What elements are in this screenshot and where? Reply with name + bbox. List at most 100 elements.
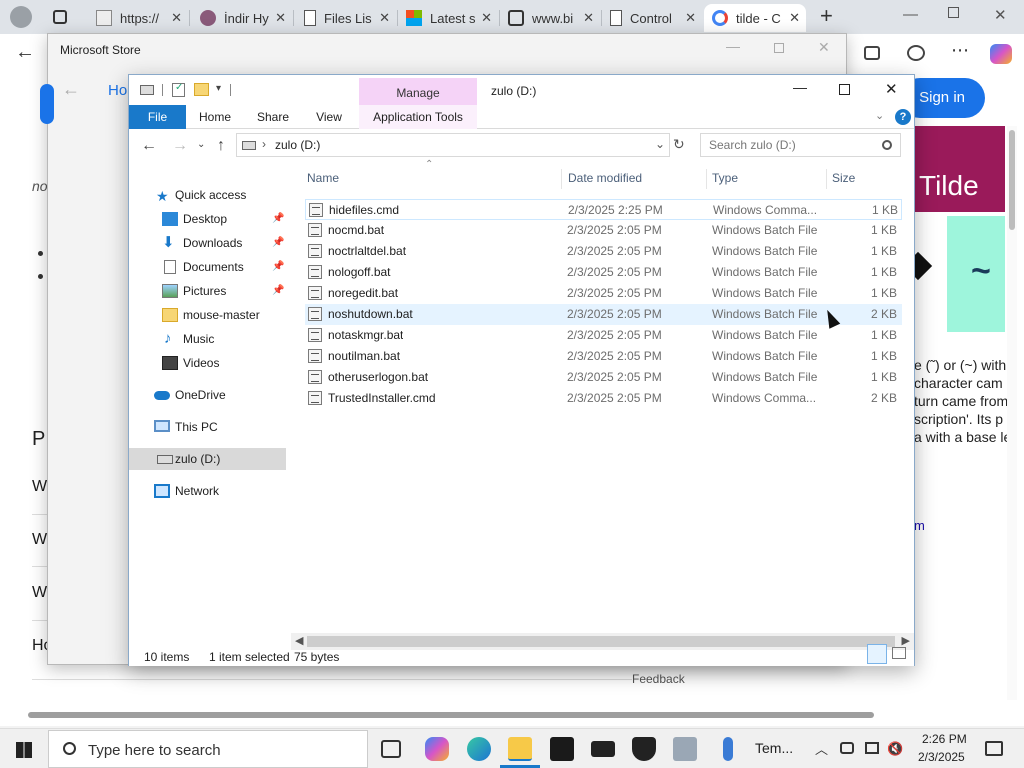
browser-minimize-icon[interactable]: — <box>903 6 918 23</box>
tab-application-tools[interactable]: Application Tools <box>359 105 477 129</box>
close-tab-icon[interactable]: ✕ <box>481 10 492 26</box>
store-icon[interactable] <box>550 737 574 761</box>
copilot-icon[interactable] <box>425 737 449 761</box>
nav-this-pc[interactable]: This PC <box>129 416 289 438</box>
app-icon[interactable] <box>673 737 697 761</box>
address-bar[interactable]: › zulo (D:) ⌄ <box>236 133 670 157</box>
details-view-icon[interactable] <box>867 644 887 664</box>
nav-item-downloads[interactable]: ⬇ Downloads 📌 <box>129 232 289 254</box>
meet-now-icon[interactable] <box>840 742 854 754</box>
close-tab-icon[interactable]: ✕ <box>379 10 390 26</box>
column-header-date[interactable]: Date modified <box>568 171 642 185</box>
browser-tab[interactable]: İndir Hy ✕ <box>192 4 292 32</box>
breadcrumb[interactable]: zulo (D:) <box>275 138 320 152</box>
address-dropdown-icon[interactable]: ⌄ <box>655 137 665 151</box>
file-row[interactable]: nologoff.bat 2/3/2025 2:05 PM Windows Batc… <box>305 262 902 283</box>
qat-dropdown-icon[interactable]: ▾ <box>216 83 221 94</box>
back-arrow-icon[interactable]: ← <box>15 41 35 64</box>
maximize-icon[interactable] <box>839 84 850 95</box>
scroll-right-icon[interactable]: ▶ <box>902 634 910 647</box>
copilot-icon[interactable] <box>990 44 1012 64</box>
close-icon[interactable]: ✕ <box>885 80 898 98</box>
feedback-link[interactable]: Feedback <box>632 672 685 686</box>
network-tray-icon[interactable] <box>865 742 879 754</box>
column-header-size[interactable]: Size <box>832 171 855 185</box>
browser-tab[interactable]: Control ✕ <box>602 4 702 32</box>
recent-locations-icon[interactable]: ⌄ <box>197 139 205 150</box>
file-explorer-icon[interactable] <box>508 737 532 761</box>
back-icon[interactable]: ← <box>141 137 157 155</box>
volume-muted-icon[interactable]: 🔇 <box>887 741 903 757</box>
file-row[interactable]: otheruserlogon.bat 2/3/2025 2:05 PM Window… <box>305 367 902 388</box>
close-tab-icon[interactable]: ✕ <box>171 10 182 26</box>
weather-label[interactable]: Tem... <box>755 740 793 756</box>
column-header-type[interactable]: Type <box>712 171 738 185</box>
store-home-tab[interactable]: Ho <box>108 82 127 99</box>
task-view-icon[interactable] <box>381 740 401 758</box>
search-input[interactable]: Search zulo (D:) <box>700 133 901 157</box>
scrollbar-thumb[interactable] <box>28 712 874 718</box>
tab-share[interactable]: Share <box>251 105 295 129</box>
close-tab-icon[interactable]: ✕ <box>685 10 696 26</box>
tab-home[interactable]: Home <box>193 105 237 129</box>
tray-expand-icon[interactable]: ︿ <box>815 739 828 758</box>
file-row[interactable]: noctrlaltdel.bat 2/3/2025 2:05 PM Windows … <box>305 241 902 262</box>
clock-time[interactable]: 2:26 PM <box>922 732 967 746</box>
nav-item-videos[interactable]: Videos <box>129 352 289 374</box>
tab-view[interactable]: View <box>307 105 351 129</box>
scrollbar-thumb[interactable] <box>307 636 895 647</box>
clock-date[interactable]: 2/3/2025 <box>918 750 965 764</box>
refresh-icon[interactable]: ↻ <box>673 136 685 153</box>
nav-network[interactable]: Network <box>129 480 289 502</box>
close-tab-icon[interactable]: ✕ <box>583 10 594 26</box>
nav-drive-selected[interactable]: zulo (D:) <box>129 448 286 470</box>
expand-ribbon-icon[interactable]: ⌄ <box>875 109 884 122</box>
browser-tab[interactable]: Latest s ✕ <box>398 4 498 32</box>
edge-icon[interactable] <box>467 737 491 761</box>
column-header-name[interactable]: Name <box>307 171 339 185</box>
file-row[interactable]: noshutdown.bat 2/3/2025 2:05 PM Windows Ba… <box>305 304 902 325</box>
close-tab-icon[interactable]: ✕ <box>789 10 800 26</box>
tab-file[interactable]: File <box>129 105 186 129</box>
more-options-icon[interactable]: ⋯ <box>951 40 969 61</box>
file-row[interactable]: nocmd.bat 2/3/2025 2:05 PM Windows Batch F… <box>305 220 902 241</box>
store-maximize-icon[interactable] <box>774 43 784 53</box>
nav-item-music[interactable]: ♪ Music <box>129 328 289 350</box>
notifications-icon[interactable] <box>985 741 1003 756</box>
browser-close-icon[interactable]: ✕ <box>994 6 1007 24</box>
properties-qat-icon[interactable]: ✓ <box>172 82 185 97</box>
nav-item-documents[interactable]: Documents 📌 <box>129 256 289 278</box>
new-tab-button[interactable]: + <box>820 3 833 29</box>
taskbar-search-box[interactable]: Type here to search <box>48 730 368 768</box>
new-folder-qat-icon[interactable] <box>194 83 209 96</box>
scrollbar-thumb[interactable] <box>1009 130 1015 230</box>
scroll-left-icon[interactable]: ◀ <box>295 634 303 647</box>
close-tab-icon[interactable]: ✕ <box>275 10 286 26</box>
tab-actions-icon[interactable] <box>53 10 67 24</box>
vertical-scrollbar[interactable] <box>1007 126 1017 700</box>
horizontal-scrollbar[interactable]: ◀ ▶ <box>291 633 914 650</box>
weather-icon[interactable] <box>723 737 733 761</box>
store-close-icon[interactable]: ✕ <box>818 39 830 56</box>
browser-tab[interactable]: https:// ✕ <box>88 4 188 32</box>
forward-icon[interactable]: → <box>172 137 188 155</box>
help-icon[interactable]: ? <box>895 109 911 125</box>
file-row[interactable]: noregedit.bat 2/3/2025 2:05 PM Windows Bat… <box>305 283 902 304</box>
nav-item-mouse-master[interactable]: mouse-master <box>129 304 289 326</box>
large-icons-view-icon[interactable] <box>892 647 906 659</box>
collections-icon[interactable] <box>864 46 880 60</box>
nav-onedrive[interactable]: OneDrive <box>129 384 289 406</box>
browser-tab[interactable]: www.bi ✕ <box>500 4 600 32</box>
extensions-icon[interactable] <box>907 45 925 61</box>
nav-quick-access[interactable]: ★ Quick access <box>129 184 289 206</box>
file-row-selected[interactable]: hidefiles.cmd 2/3/2025 2:25 PM Windows Com… <box>305 199 902 220</box>
minimize-icon[interactable]: — <box>793 79 807 95</box>
nav-item-pictures[interactable]: Pictures 📌 <box>129 280 289 302</box>
file-row[interactable]: TrustedInstaller.cmd 2/3/2025 2:05 PM Wind… <box>305 388 902 409</box>
column-separator[interactable] <box>561 169 562 189</box>
security-icon[interactable] <box>632 737 656 761</box>
up-icon[interactable]: ↑ <box>217 137 225 155</box>
browser-tab-active[interactable]: tilde - C ✕ <box>704 4 806 32</box>
column-separator[interactable] <box>706 169 707 189</box>
profile-avatar[interactable] <box>10 6 32 28</box>
